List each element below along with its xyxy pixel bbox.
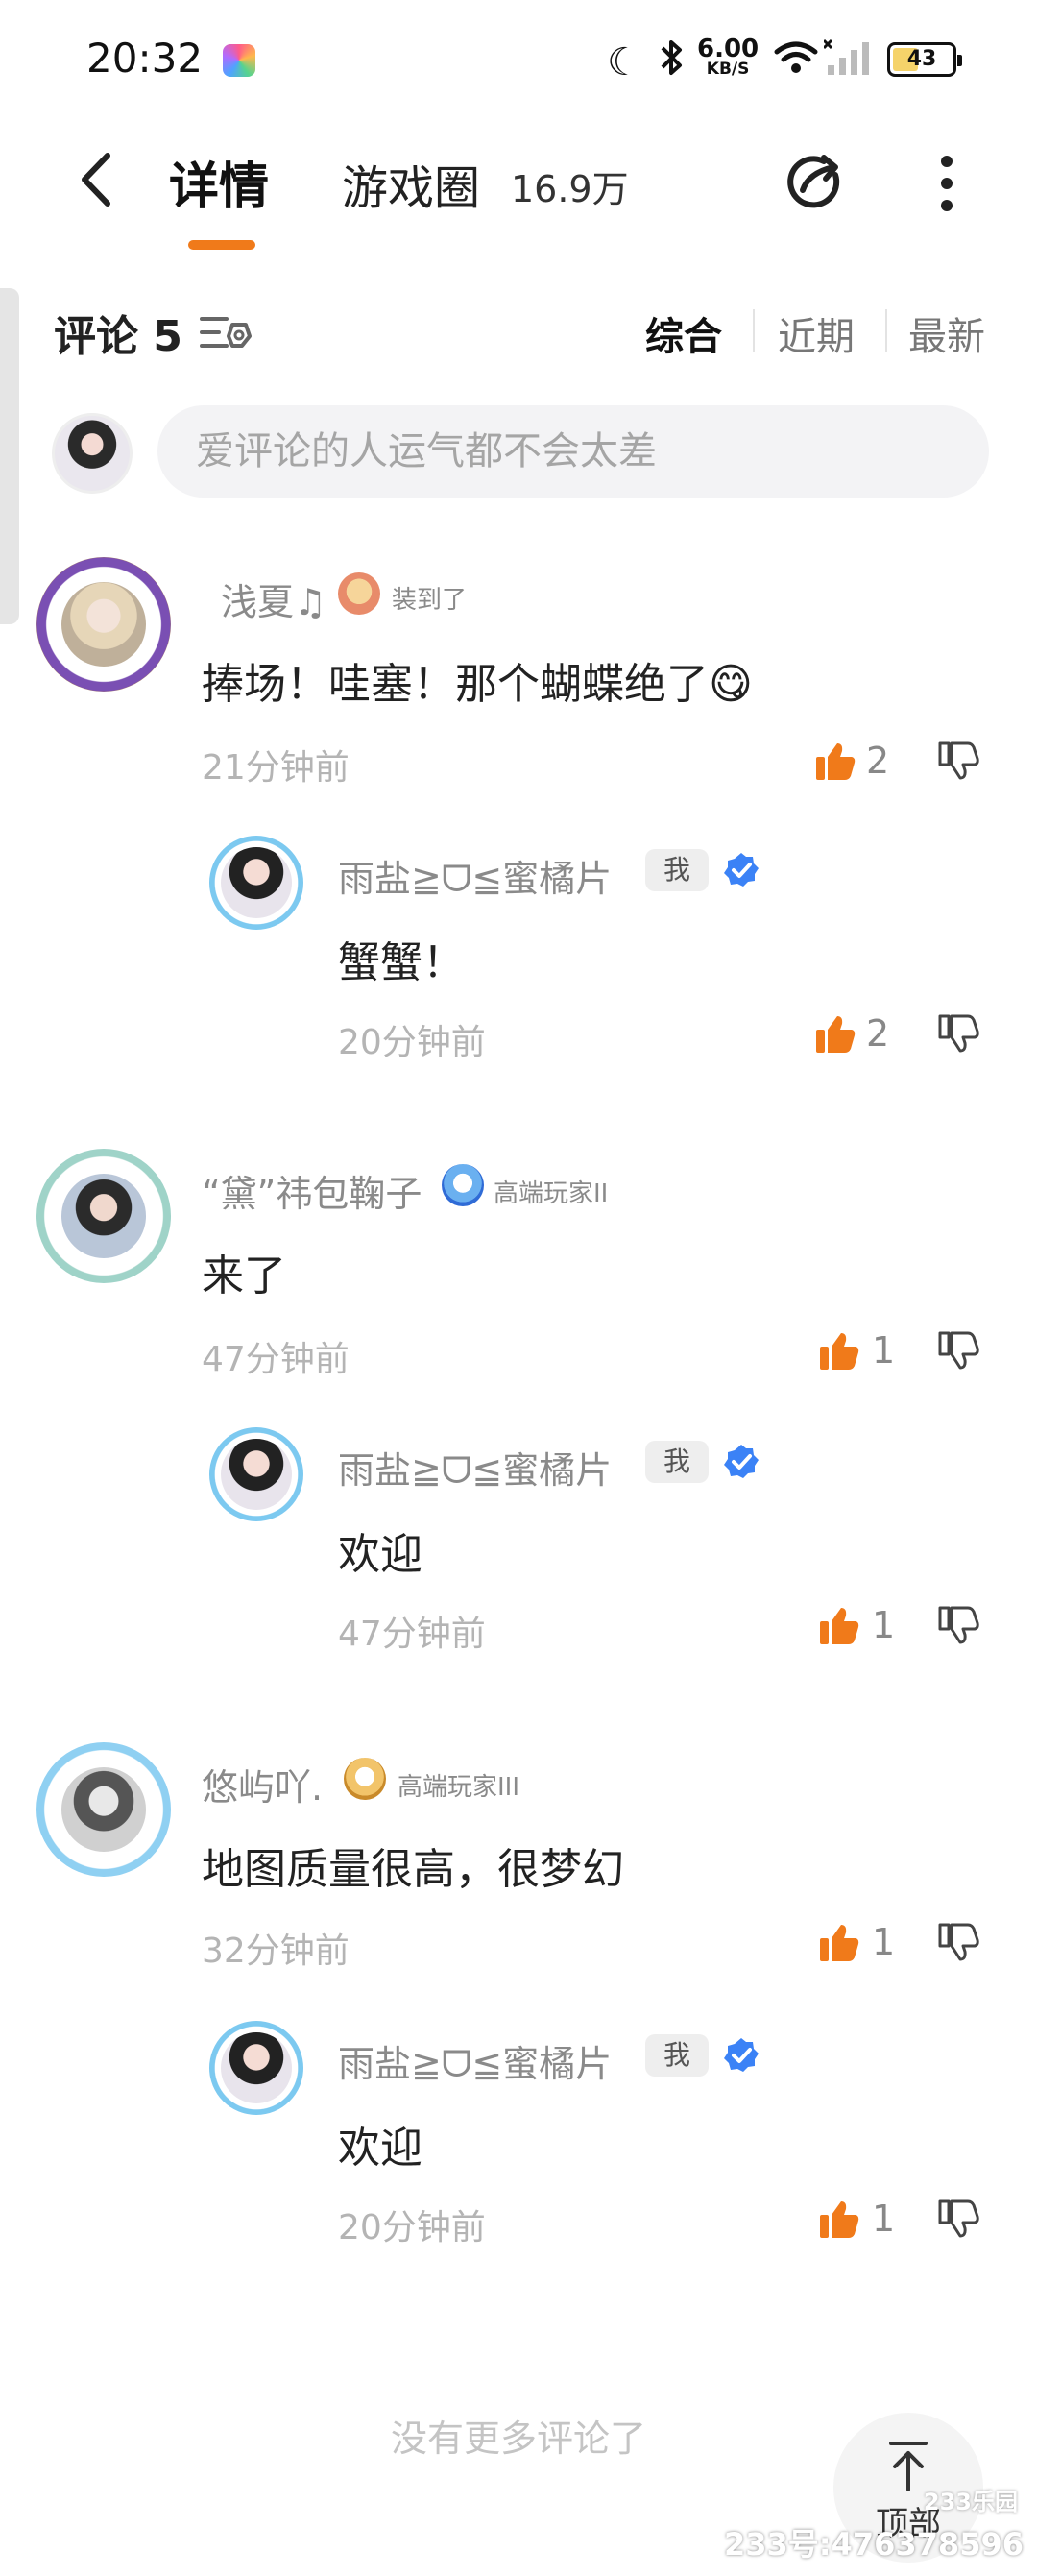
like-icon[interactable] [818,1329,860,1372]
reply-text: 蟹蟹！ [338,938,465,987]
user-badge-label: 装到了 [392,586,468,615]
user-avatar [61,1767,146,1852]
reply-avatar [221,847,292,918]
like-count: 2 [866,1012,890,1055]
filter-icon[interactable] [198,305,252,359]
me-tag: 我 [645,2034,709,2077]
comment-text: 捧场！哇塞！那个蝴蝶绝了😋 [202,660,753,709]
like-count: 1 [872,1604,896,1646]
battery-level: 43 [906,47,937,71]
network-speed-unit: KB/S [706,60,750,79]
me-tag: 我 [645,1441,709,1483]
reply-time: 47分钟前 [338,1615,486,1654]
status-time: 20:32 [86,35,204,82]
dislike-icon[interactable] [937,1012,979,1055]
verified-icon [722,851,760,889]
sort-newest[interactable]: 最新 [908,305,985,361]
me-tag: 我 [645,849,709,891]
reply-username[interactable]: 雨盐≧ᗜ≦蜜橘片 [338,2034,612,2087]
game-circle-count: 16.9万 [511,168,629,210]
reply-avatar [221,2032,292,2103]
my-avatar[interactable] [52,413,133,494]
reply-avatar-frame[interactable] [209,2021,303,2115]
like-count: 2 [866,740,890,782]
badge-icon [344,1758,386,1800]
wifi-icon [774,38,818,81]
user-avatar-frame[interactable] [36,1742,171,1877]
user-badge-label: 高端玩家II [494,1179,609,1208]
sort-divider [885,309,887,352]
user-badge-label: 高端玩家III [398,1773,520,1802]
comment-input[interactable] [196,405,954,498]
tab-game-circle[interactable]: 游戏圈 [342,150,480,217]
sort-divider [753,309,755,352]
comment-text: 地图质量很高，很梦幻 [202,1845,624,1894]
user-avatar-frame[interactable] [36,1149,171,1283]
comment-time: 21分钟前 [202,748,350,788]
verified-icon [722,1443,760,1481]
comment-detail-screen: 20:32 ☾ 6.00 KB/S 43 详情 游戏圈 16.9万 评论 5 综… [0,0,1037,2576]
verified-icon [722,2036,760,2075]
like-icon[interactable] [814,740,856,782]
comment-username[interactable]: “黛”祎包鞠子 [202,1164,422,1217]
comment-username[interactable]: 浅夏♫ [221,572,326,625]
sort-recent[interactable]: 近期 [778,305,855,361]
badge-icon [442,1164,484,1206]
dislike-icon[interactable] [937,1921,979,1963]
user-avatar [61,1174,146,1258]
do-not-disturb-icon: ☾ [607,40,641,85]
like-count: 1 [872,1329,896,1372]
network-speed: 6.00 KB/S [697,36,759,78]
status-bar: 20:32 ☾ 6.00 KB/S 43 [0,0,1037,125]
reply-username[interactable]: 雨盐≧ᗜ≦蜜橘片 [338,1441,612,1494]
reply-text: 欢迎 [338,1530,422,1579]
comment-input-box[interactable] [157,405,989,498]
like-icon[interactable] [818,2198,860,2240]
network-speed-value: 6.00 [697,35,760,63]
reply-time: 20分钟前 [338,1023,486,1062]
comment-username[interactable]: 悠屿吖. [202,1758,323,1810]
comments-title: 评论 5 [54,312,182,361]
reply-avatar [221,1439,292,1510]
like-icon[interactable] [818,1604,860,1646]
bluetooth-icon [659,36,686,88]
reply-avatar-frame[interactable] [209,836,303,930]
dislike-icon[interactable] [937,1329,979,1372]
reply-time: 20分钟前 [338,2208,486,2248]
sort-comprehensive[interactable]: 综合 [645,305,722,361]
badge-icon [338,572,380,615]
like-count: 1 [872,1921,896,1963]
edge-drawer-handle[interactable] [0,288,19,624]
user-avatar [61,582,146,667]
share-button[interactable] [780,146,853,219]
dislike-icon[interactable] [937,2198,979,2240]
like-icon[interactable] [814,1012,856,1055]
watermark: 233号:476378596 [724,2526,1024,2563]
like-count: 1 [872,2198,896,2240]
tab-detail[interactable]: 详情 [169,146,269,218]
back-button[interactable] [69,146,127,213]
app-notification-icon [223,44,255,77]
comment-text: 来了 [202,1252,286,1300]
watermark-brand: 233乐园 [923,2489,1018,2515]
cell-signal-icon [822,38,872,81]
like-icon[interactable] [818,1921,860,1963]
user-avatar-frame[interactable] [36,557,171,692]
more-options-button[interactable] [929,150,964,217]
reply-text: 欢迎 [338,2124,422,2173]
comment-time: 47分钟前 [202,1340,350,1379]
reply-avatar-frame[interactable] [209,1427,303,1521]
dislike-icon[interactable] [937,740,979,782]
comment-time: 32分钟前 [202,1932,350,1971]
reply-username[interactable]: 雨盐≧ᗜ≦蜜橘片 [338,849,612,902]
dislike-icon[interactable] [937,1604,979,1646]
active-tab-indicator [188,240,255,250]
battery-icon: 43 [887,42,962,77]
